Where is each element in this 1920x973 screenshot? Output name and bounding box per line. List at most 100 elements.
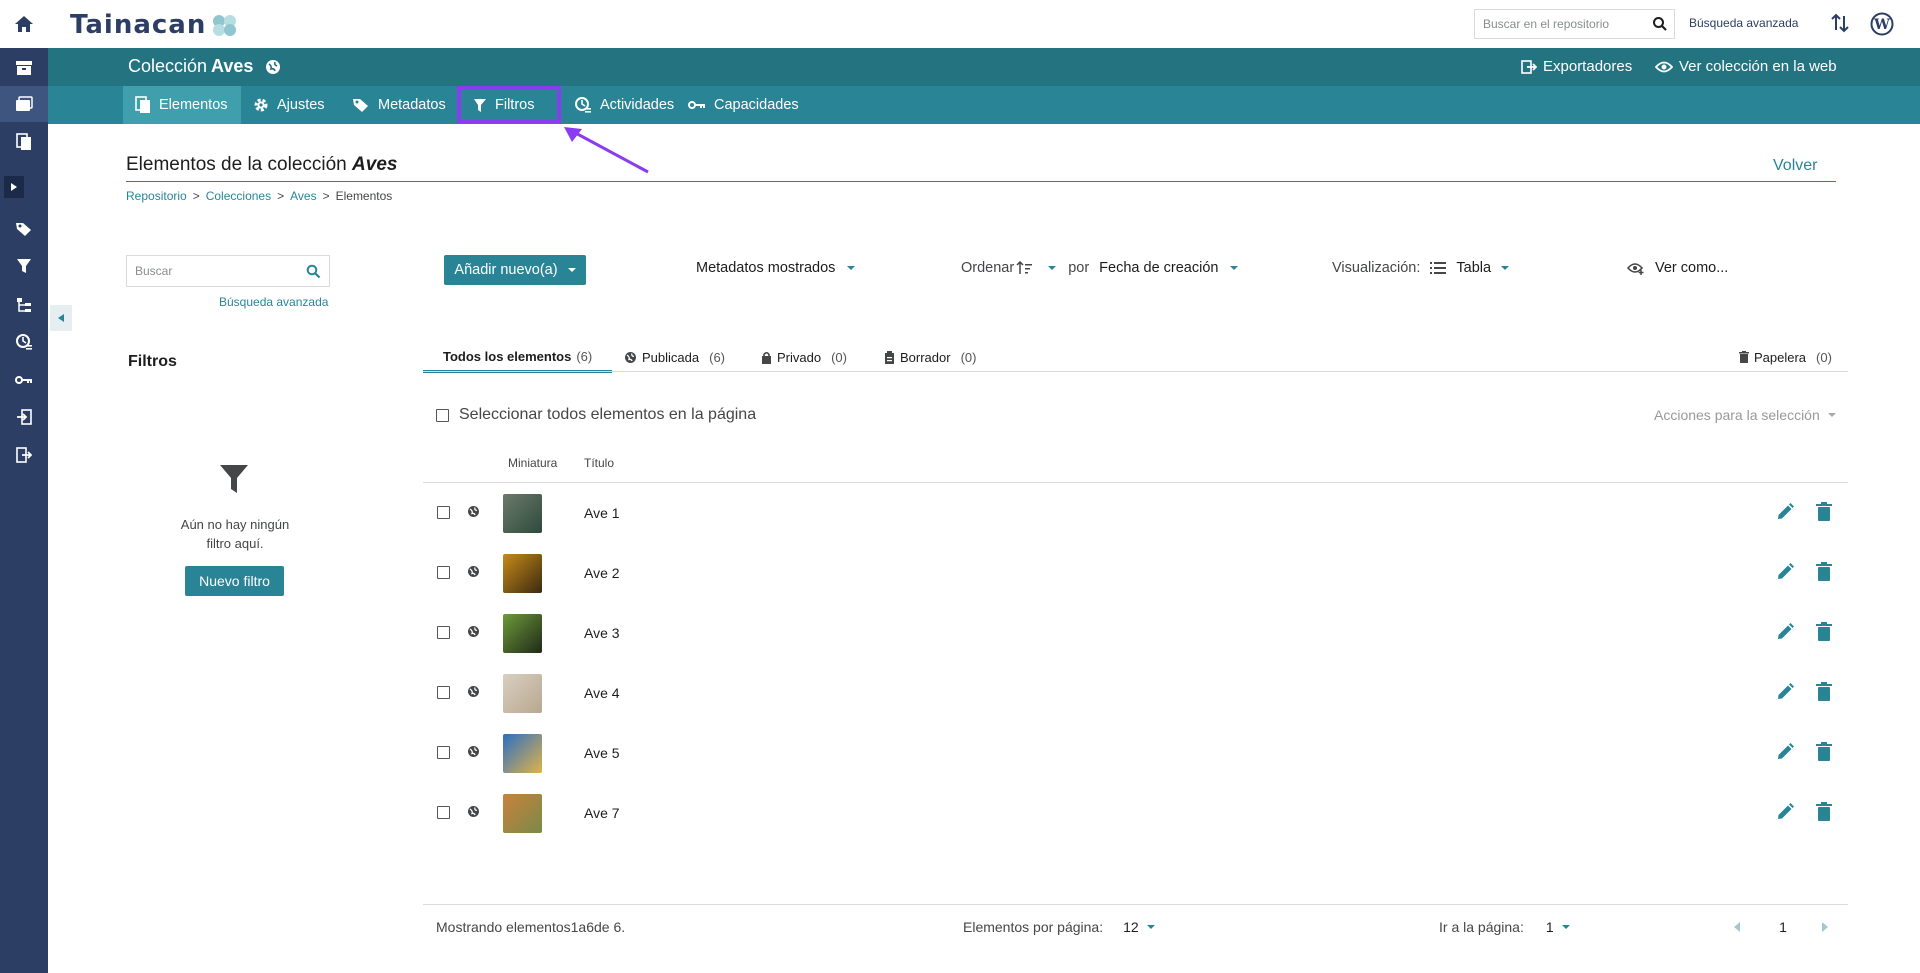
trash-icon[interactable]	[1816, 802, 1832, 822]
logo[interactable]: Tainacan	[70, 10, 240, 40]
status-tab-label: Todos los elementos	[443, 349, 572, 364]
edit-icon[interactable]	[1775, 562, 1795, 582]
collections-icon	[15, 96, 33, 112]
filters-advanced-search-link[interactable]: Búsqueda avanzada	[219, 295, 328, 309]
rail-capabilities-button[interactable]	[0, 362, 48, 398]
rail-expand-button[interactable]	[4, 176, 24, 198]
rail-repository-button[interactable]	[0, 50, 48, 86]
edit-icon[interactable]	[1775, 802, 1795, 822]
table-row[interactable]: Ave 7	[423, 783, 1848, 843]
current-page-number[interactable]: 1	[1777, 919, 1789, 935]
item-title[interactable]: Ave 1	[584, 505, 620, 521]
status-tab-draft[interactable]: Borrador (0)	[884, 343, 976, 371]
tab-elementos[interactable]: Elementos	[123, 86, 241, 124]
back-link[interactable]: Volver	[1773, 157, 1817, 175]
previous-page-icon[interactable]	[1733, 922, 1741, 932]
item-thumbnail[interactable]	[503, 554, 542, 593]
selection-actions-dropdown[interactable]: Acciones para la selección	[1654, 407, 1836, 423]
view-mode-dropdown[interactable]: Tabla	[1430, 260, 1510, 276]
row-checkbox[interactable]	[437, 686, 450, 699]
rail-exporters-button[interactable]	[0, 437, 48, 473]
breadcrumb-aves[interactable]: Aves	[290, 189, 316, 203]
rail-activities-button[interactable]	[0, 324, 48, 360]
item-title[interactable]: Ave 2	[584, 565, 620, 581]
tab-actividades[interactable]: Actividades	[562, 86, 686, 124]
item-title[interactable]: Ave 4	[584, 685, 620, 701]
rail-collections-button[interactable]	[0, 86, 48, 122]
item-thumbnail[interactable]	[503, 674, 542, 713]
repository-search-input[interactable]	[1475, 10, 1645, 38]
trash-icon[interactable]	[1816, 742, 1832, 762]
edit-icon[interactable]	[1775, 742, 1795, 762]
item-thumbnail[interactable]	[503, 734, 542, 773]
rail-metadata-button[interactable]	[0, 211, 48, 247]
select-all[interactable]: Seleccionar todos elementos en la página	[436, 406, 756, 424]
search-icon[interactable]	[1652, 16, 1668, 32]
edit-icon[interactable]	[1775, 502, 1795, 522]
next-page-icon[interactable]	[1821, 922, 1829, 932]
process-icon[interactable]	[1831, 13, 1849, 33]
collapse-filters-button[interactable]	[50, 305, 72, 331]
row-checkbox[interactable]	[437, 626, 450, 639]
column-header-thumbnail[interactable]: Miniatura	[508, 456, 557, 470]
metadata-shown-dropdown[interactable]: Metadatos mostrados	[696, 260, 856, 276]
tab-label: Actividades	[600, 97, 675, 113]
breadcrumb-repositorio[interactable]: Repositorio	[126, 189, 187, 203]
filters-title: Filtros	[128, 353, 177, 370]
tab-metadatos[interactable]: Metadatos	[340, 86, 458, 124]
rail-filters-button[interactable]	[0, 248, 48, 284]
row-checkbox[interactable]	[437, 506, 450, 519]
filter-search-input[interactable]	[127, 256, 297, 286]
tab-capacidades[interactable]: Capacidades	[676, 86, 811, 124]
trash-icon[interactable]	[1816, 622, 1832, 642]
trash-icon[interactable]	[1816, 562, 1832, 582]
table-row[interactable]: Ave 3	[423, 603, 1848, 663]
table-row[interactable]: Ave 2	[423, 543, 1848, 603]
rail-importers-button[interactable]	[0, 399, 48, 435]
rail-taxonomies-button[interactable]	[0, 287, 48, 323]
per-page-dropdown[interactable]: 12	[1123, 919, 1155, 935]
trash-icon[interactable]	[1816, 502, 1832, 522]
status-tab-trash[interactable]: Papelera (0)	[1739, 343, 1832, 371]
view-web-button[interactable]: Ver colección en la web	[1655, 58, 1837, 75]
status-tab-all[interactable]: Todos los elementos (6)	[423, 343, 613, 373]
goto-page-dropdown[interactable]: 1	[1546, 919, 1570, 935]
order-field-dropdown[interactable]: Fecha de creación	[1099, 260, 1239, 276]
tab-label: Capacidades	[714, 97, 799, 113]
item-title[interactable]: Ave 5	[584, 745, 620, 761]
column-header-title[interactable]: Título	[584, 456, 614, 470]
add-new-button[interactable]: Añadir nuevo(a)	[444, 255, 586, 285]
view-as-button[interactable]: Ver como...	[1627, 260, 1728, 276]
home-button[interactable]	[0, 0, 48, 48]
sort-ascending-icon[interactable]	[1016, 261, 1057, 275]
table-row[interactable]: Ave 1	[423, 483, 1848, 543]
status-tab-private[interactable]: Privado (0)	[761, 343, 847, 371]
item-thumbnail[interactable]	[503, 794, 542, 833]
table-row[interactable]: Ave 4	[423, 663, 1848, 723]
search-icon[interactable]	[306, 264, 321, 279]
new-filter-button[interactable]: Nuevo filtro	[185, 566, 284, 596]
row-checkbox[interactable]	[437, 566, 450, 579]
view-mode-control: Visualización: Tabla	[1332, 260, 1510, 276]
item-thumbnail[interactable]	[503, 494, 542, 533]
item-title[interactable]: Ave 3	[584, 625, 620, 641]
breadcrumb-colecciones[interactable]: Colecciones	[206, 189, 271, 203]
select-all-checkbox[interactable]	[436, 408, 449, 422]
trash-icon[interactable]	[1816, 682, 1832, 702]
header-advanced-search-link[interactable]: Búsqueda avanzada	[1689, 16, 1798, 30]
item-title[interactable]: Ave 7	[584, 805, 620, 821]
wordpress-icon[interactable]: W	[1870, 12, 1894, 36]
tab-filtros[interactable]: Filtros	[457, 86, 561, 124]
item-thumbnail[interactable]	[503, 614, 542, 653]
showing-summary: Mostrando elementos1a6de 6.	[436, 919, 626, 935]
tab-ajustes[interactable]: Ajustes	[241, 86, 337, 124]
chevron-down-icon	[1146, 925, 1155, 929]
table-row[interactable]: Ave 5	[423, 723, 1848, 783]
row-checkbox[interactable]	[437, 806, 450, 819]
status-tab-published[interactable]: Publicada (6)	[624, 343, 725, 371]
edit-icon[interactable]	[1775, 622, 1795, 642]
rail-items-button[interactable]	[0, 124, 48, 160]
row-checkbox[interactable]	[437, 746, 450, 759]
edit-icon[interactable]	[1775, 682, 1795, 702]
exporters-button[interactable]: Exportadores	[1521, 58, 1632, 75]
